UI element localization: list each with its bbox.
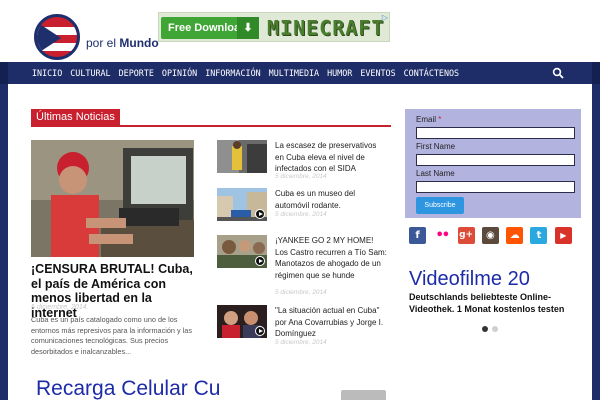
free-download-label: Free Download <box>168 22 247 34</box>
soundcloud-icon[interactable]: ☁ <box>506 227 524 244</box>
carousel-dot[interactable] <box>492 326 498 332</box>
news-title[interactable]: "La situación actual en Cuba" por Ana Co… <box>275 305 387 340</box>
instagram-icon[interactable]: ◉ <box>481 227 499 244</box>
carousel-dots <box>482 326 502 332</box>
nav-item-opinion[interactable]: OPINIÓN <box>162 62 197 84</box>
google-plus-icon[interactable]: g+ <box>457 227 475 244</box>
featured-article-title[interactable]: ¡CENSURA BRUTAL! Cuba, el país de Améric… <box>31 262 197 320</box>
email-label: Email * <box>416 115 441 124</box>
featured-article-excerpt: Cuba es un país catalogado como uno de l… <box>31 315 193 356</box>
news-title[interactable]: ¡YANKEE GO 2 MY HOME! Los Castro recurre… <box>275 235 387 281</box>
last-name-field[interactable] <box>416 181 575 193</box>
social-icons: f •• g+ ◉ ☁ t ▶ <box>409 227 579 244</box>
nav-item-deporte[interactable]: DEPORTE <box>119 62 154 84</box>
nav-item-inicio[interactable]: INICIO <box>32 62 62 84</box>
carousel-dot-active[interactable] <box>482 326 488 332</box>
news-title[interactable]: La escasez de preservativos en Cuba elev… <box>275 140 387 175</box>
nav-right-edge <box>592 62 600 84</box>
featured-article-date: 5 diciembre, 2014 <box>31 304 87 311</box>
email-label-text: Email <box>416 115 437 124</box>
flickr-icon[interactable]: •• <box>433 227 451 244</box>
play-icon[interactable] <box>255 209 265 219</box>
last-name-label: Last Name <box>416 169 455 178</box>
videofilme-ad-text[interactable]: Deutschlands beliebteste Online- Videoth… <box>409 291 592 315</box>
play-icon[interactable] <box>255 326 265 336</box>
nav-left-edge <box>0 62 8 84</box>
news-thumbnail[interactable] <box>217 235 267 268</box>
section-header: Últimas Noticias <box>31 109 391 127</box>
news-photo <box>217 140 267 173</box>
news-thumbnail[interactable] <box>217 305 267 338</box>
news-date: 5 diciembre, 2014 <box>275 211 327 218</box>
nav-menu: INICIO CULTURAL DEPORTE OPINIÓN INFORMAC… <box>32 62 467 84</box>
main-navigation: INICIO CULTURAL DEPORTE OPINIÓN INFORMAC… <box>0 62 600 84</box>
required-mark: * <box>438 115 442 124</box>
nav-item-informacion[interactable]: INFORMACIÓN <box>205 62 260 84</box>
recarga-ad-button[interactable] <box>341 390 386 400</box>
facebook-icon[interactable]: f <box>409 227 426 244</box>
first-name-field[interactable] <box>416 154 575 166</box>
site-name[interactable]: por el Mundo <box>86 36 159 50</box>
news-date: 5 diciembre, 2014 <box>275 289 327 296</box>
nav-item-cultural[interactable]: CULTURAL <box>70 62 110 84</box>
email-field[interactable] <box>416 127 575 139</box>
newsletter-form: Email * First Name Last Name Subscribe <box>405 109 581 218</box>
youtube-icon[interactable]: ▶ <box>554 227 572 244</box>
minecraft-logo-text: MINECRAFT <box>267 16 385 40</box>
download-arrow-icon: ⬇ <box>237 17 259 39</box>
news-date: 5 diciembre, 2014 <box>275 173 327 180</box>
search-icon[interactable] <box>552 67 564 79</box>
news-thumbnail[interactable] <box>217 188 267 221</box>
first-name-label: First Name <box>416 142 456 151</box>
section-title[interactable]: Últimas Noticias <box>31 109 120 126</box>
site-name-main: Mundo <box>119 36 159 50</box>
videofilme-ad-title[interactable]: Videofilme 20 <box>409 268 592 291</box>
nav-item-eventos[interactable]: EVENTOS <box>360 62 395 84</box>
nav-item-humor[interactable]: HUMOR <box>327 62 352 84</box>
site-name-prefix: por el <box>86 36 117 50</box>
subscribe-button[interactable]: Subscribe <box>416 197 464 214</box>
play-icon[interactable] <box>255 256 265 266</box>
free-download-button[interactable]: Free Download ⬇ <box>161 17 259 39</box>
news-thumbnail[interactable] <box>217 140 267 173</box>
adchoices-icon[interactable]: ▷ <box>382 13 388 22</box>
news-date: 5 diciembre, 2014 <box>275 339 327 346</box>
twitter-icon[interactable]: t <box>530 227 548 244</box>
featured-article-image[interactable] <box>31 140 194 257</box>
site-logo-icon[interactable] <box>34 14 80 60</box>
news-title[interactable]: Cuba es un museo del automóvil rodante. <box>275 188 387 211</box>
nav-item-contactenos[interactable]: CONTÁCTENOS <box>404 62 459 84</box>
featured-photo <box>31 140 194 257</box>
minecraft-ad-banner[interactable]: Free Download ⬇ MINECRAFT ▷ <box>158 12 390 42</box>
recarga-celular-ad-title[interactable]: Recarga Celular Cu <box>36 377 220 400</box>
nav-item-multimedia[interactable]: MULTIMEDIA <box>269 62 319 84</box>
site-header: por el Mundo Free Download ⬇ MINECRAFT ▷ <box>0 0 600 62</box>
